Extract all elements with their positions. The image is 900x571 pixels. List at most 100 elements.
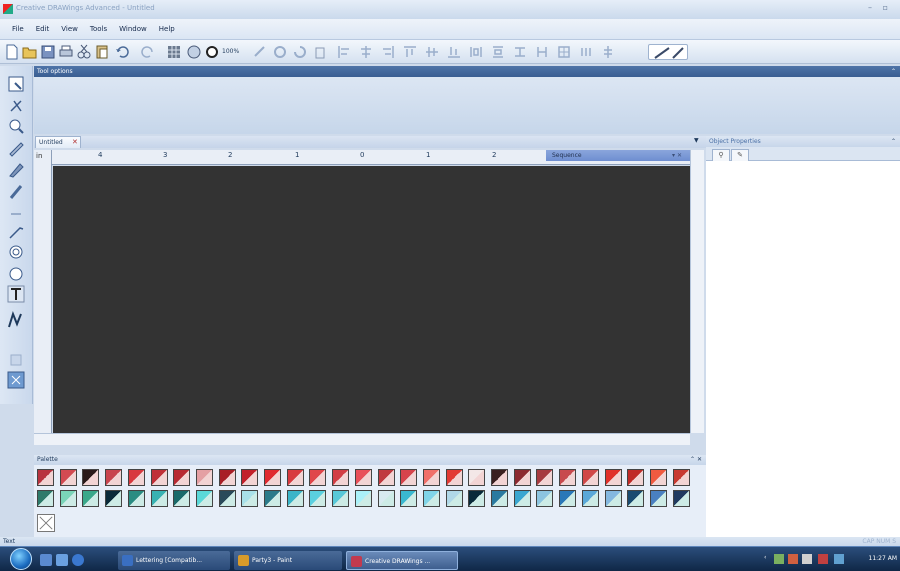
color-swatch[interactable]: [559, 490, 577, 507]
circle-tool-icon[interactable]: [6, 264, 26, 284]
color-swatch[interactable]: [627, 469, 645, 486]
pen-tab-icon[interactable]: ✎: [731, 149, 749, 161]
color-swatch[interactable]: [491, 490, 508, 507]
color-swatch[interactable]: [559, 469, 577, 486]
pen-tool-icon[interactable]: [6, 138, 26, 158]
freehand-tool-icon[interactable]: [6, 182, 26, 202]
color-swatch[interactable]: [377, 469, 395, 486]
color-swatch[interactable]: [536, 469, 554, 486]
pin-icon[interactable]: ⌃: [891, 136, 896, 147]
menu-file[interactable]: File: [6, 19, 30, 40]
color-swatch[interactable]: [241, 469, 259, 486]
shape-tool-icon[interactable]: [6, 96, 26, 116]
knife-tool-icon[interactable]: [6, 222, 26, 242]
color-swatch[interactable]: [105, 490, 123, 507]
color-swatch[interactable]: [127, 469, 145, 486]
order-icon[interactable]: [600, 44, 616, 60]
sequence-controls[interactable]: ▾ ✕: [672, 150, 682, 161]
color-swatch[interactable]: [445, 490, 463, 507]
taskbar-item-drawings[interactable]: Creative DRAWings ...: [346, 551, 458, 570]
color-swatch[interactable]: [468, 490, 486, 507]
stitch-tool-icon[interactable]: [252, 44, 268, 60]
ungroup-icon[interactable]: [578, 44, 594, 60]
menu-edit[interactable]: Edit: [30, 19, 56, 40]
fill-tool-icon[interactable]: [6, 350, 26, 370]
color-swatch[interactable]: [241, 490, 259, 507]
color-swatch[interactable]: [286, 490, 304, 507]
color-swatch[interactable]: [332, 469, 350, 486]
distribute-v-icon[interactable]: [490, 44, 506, 60]
color-swatch[interactable]: [627, 490, 645, 507]
start-button[interactable]: [10, 548, 32, 570]
monogram-tool-icon[interactable]: [6, 310, 26, 330]
tab-untitled[interactable]: Untitled ✕: [35, 136, 81, 148]
rotate-icon[interactable]: [272, 44, 288, 60]
color-swatch[interactable]: [332, 490, 350, 507]
color-swatch[interactable]: [604, 469, 622, 486]
color-swatch[interactable]: [672, 490, 690, 507]
node-tool-icon[interactable]: [6, 204, 26, 224]
color-swatch[interactable]: [422, 490, 440, 507]
color-swatch[interactable]: [195, 490, 213, 507]
taskbar-item-word[interactable]: Lettering [Compatib...: [118, 551, 230, 570]
same-height-icon[interactable]: [534, 44, 550, 60]
network-icon[interactable]: [774, 554, 784, 564]
color-swatch[interactable]: [604, 490, 622, 507]
trash-icon[interactable]: [312, 44, 328, 60]
explorer-icon[interactable]: [56, 554, 68, 566]
color-swatch[interactable]: [422, 469, 440, 486]
color-swatch[interactable]: [536, 490, 554, 507]
cut-icon[interactable]: [76, 44, 92, 60]
color-swatch[interactable]: [400, 469, 418, 486]
menu-view[interactable]: View: [55, 19, 84, 40]
color-swatch[interactable]: [82, 490, 100, 507]
color-swatch[interactable]: [218, 490, 236, 507]
line-style-icon[interactable]: [648, 44, 688, 60]
color-swatch[interactable]: [264, 490, 281, 507]
select-tool-icon[interactable]: [6, 74, 26, 94]
color-swatch[interactable]: [218, 469, 236, 486]
volume-icon[interactable]: [834, 554, 844, 564]
undo-icon[interactable]: [114, 44, 130, 60]
color-swatch[interactable]: [264, 469, 281, 486]
vertical-scrollbar[interactable]: [690, 150, 704, 433]
new-file-icon[interactable]: [4, 44, 20, 60]
no-color-icon[interactable]: [37, 514, 55, 532]
horizontal-scrollbar[interactable]: [34, 433, 690, 445]
color-swatch[interactable]: [150, 490, 168, 507]
align-bottom-icon[interactable]: [446, 44, 462, 60]
ellipse-tool-icon[interactable]: [6, 242, 26, 262]
show-desktop-icon[interactable]: [40, 554, 52, 566]
tray-expand-icon[interactable]: ‹: [764, 554, 766, 561]
color-swatch[interactable]: [309, 469, 327, 486]
fit-page-icon[interactable]: [204, 44, 220, 60]
view-3d-icon[interactable]: [186, 44, 202, 60]
color-swatch[interactable]: [581, 490, 599, 507]
display-icon[interactable]: [802, 554, 812, 564]
pin-icon[interactable]: ⌃: [891, 66, 896, 77]
color-swatch[interactable]: [354, 490, 372, 507]
tab-dropdown-icon[interactable]: ▼: [694, 137, 699, 144]
group-icon[interactable]: [556, 44, 572, 60]
color-swatch[interactable]: [286, 469, 304, 486]
menu-window[interactable]: Window: [113, 19, 153, 40]
alert-icon[interactable]: [818, 554, 828, 564]
color-swatch[interactable]: [105, 469, 123, 486]
color-swatch[interactable]: [377, 490, 395, 507]
color-swatch[interactable]: [309, 490, 327, 507]
align-middle-icon[interactable]: [424, 44, 440, 60]
align-center-icon[interactable]: [358, 44, 374, 60]
color-swatch[interactable]: [649, 469, 667, 486]
color-swatch[interactable]: [445, 469, 463, 486]
color-swatch[interactable]: [513, 469, 531, 486]
distribute-h-icon[interactable]: [468, 44, 484, 60]
color-swatch[interactable]: [173, 490, 191, 507]
align-top-icon[interactable]: [402, 44, 418, 60]
menu-tools[interactable]: Tools: [84, 19, 113, 40]
paste-icon[interactable]: [94, 44, 110, 60]
color-swatch[interactable]: [672, 469, 690, 486]
color-swatch[interactable]: [59, 469, 77, 486]
color-swatch[interactable]: [513, 490, 531, 507]
taskbar-item-paint[interactable]: Party3 - Paint: [234, 551, 342, 570]
color-swatch[interactable]: [37, 490, 54, 507]
